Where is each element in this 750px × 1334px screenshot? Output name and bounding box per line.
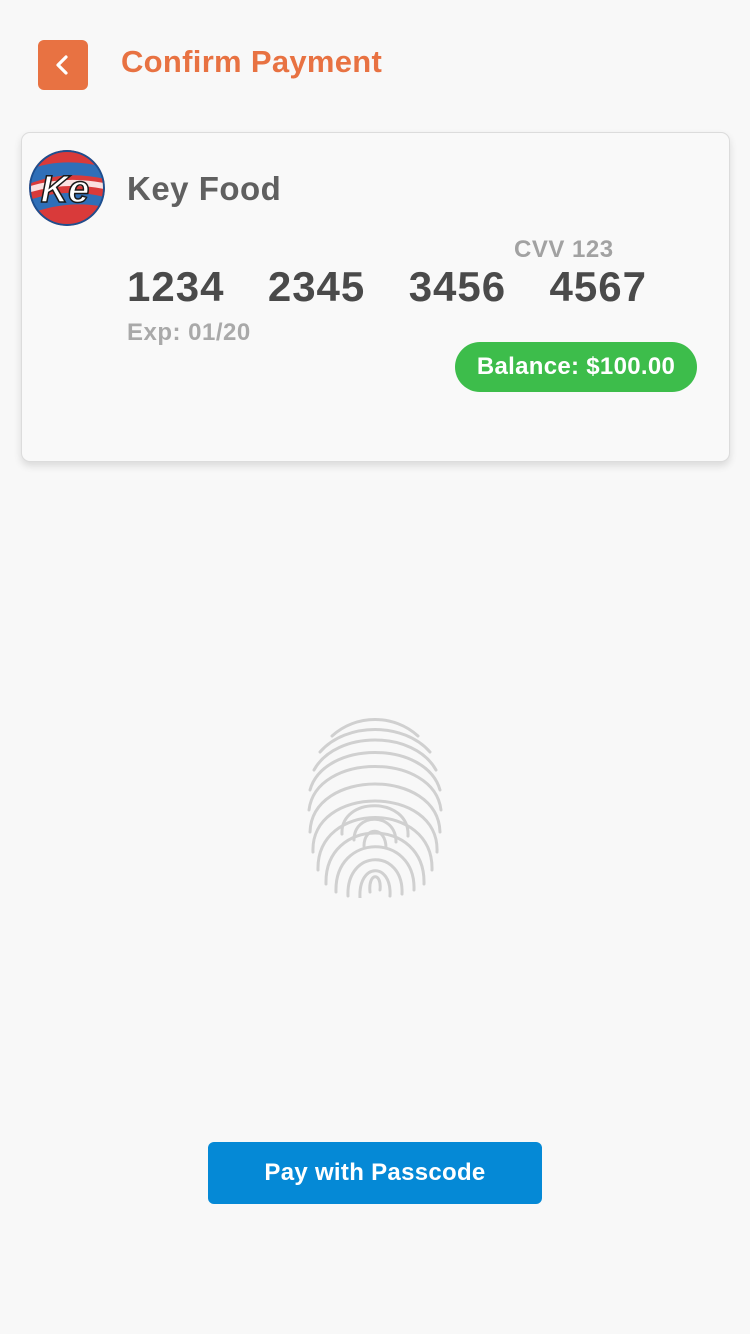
card-number-group-3: 3456 xyxy=(408,263,507,310)
back-button[interactable] xyxy=(38,40,88,90)
header: Confirm Payment xyxy=(0,0,750,130)
pay-with-passcode-button[interactable]: Pay with Passcode xyxy=(208,1142,542,1204)
chevron-left-icon xyxy=(56,55,68,75)
card-number-group-4: 4567 xyxy=(549,263,647,310)
card-cvv: CVV 123 xyxy=(514,236,614,263)
card-expiry: Exp: 01/20 xyxy=(127,319,251,346)
card-number-group-1: 1234 xyxy=(127,263,225,310)
card-number: 1234 2345 3456 4567 xyxy=(127,263,647,311)
fingerprint-icon[interactable] xyxy=(306,712,444,900)
store-name: Key Food xyxy=(127,170,282,207)
svg-text:Ke: Ke xyxy=(41,169,90,211)
payment-card[interactable]: Ke Key Food CVV 123 1234 2345 3456 4567 … xyxy=(21,132,730,462)
balance-badge: Balance: $100.00 xyxy=(455,342,697,392)
page-title: Confirm Payment xyxy=(121,44,383,79)
card-number-group-2: 2345 xyxy=(267,263,366,310)
store-logo: Ke xyxy=(29,150,105,226)
